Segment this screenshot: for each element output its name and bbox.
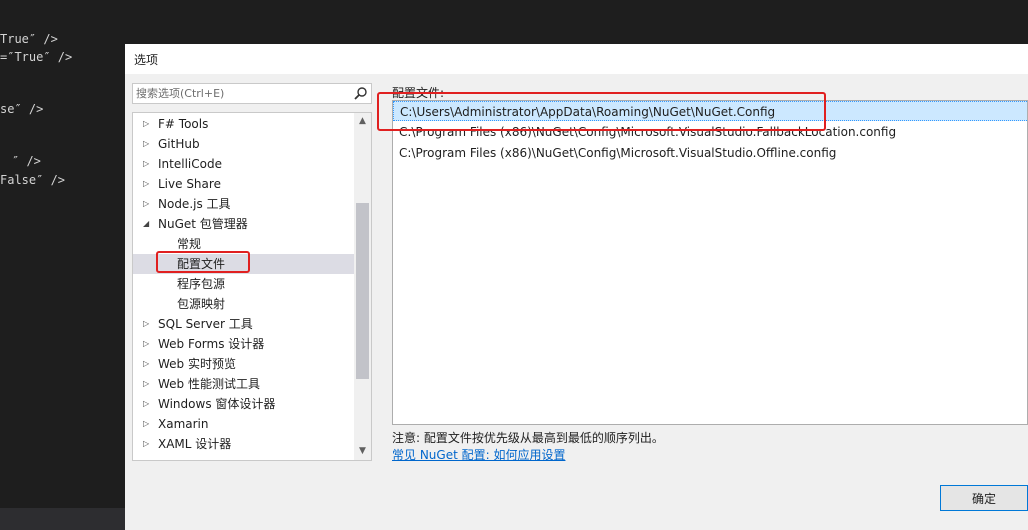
tree-item-web-forms-designer[interactable]: ▷ Web Forms 设计器 bbox=[133, 334, 355, 354]
priority-note: 注意: 配置文件按优先级从最高到最低的顺序列出。 bbox=[392, 431, 664, 445]
expand-arrow-icon[interactable]: ▷ bbox=[143, 154, 151, 174]
tree-item-label: Web 性能测试工具 bbox=[158, 377, 260, 391]
search-box[interactable] bbox=[132, 83, 372, 104]
search-input[interactable] bbox=[136, 86, 346, 101]
tree-item-github[interactable]: ▷ GitHub bbox=[133, 134, 355, 154]
code-line: ″ /> bbox=[12, 154, 41, 168]
dialog-titlebar: 选项 bbox=[125, 44, 1028, 74]
tree-item-nuget-config-files[interactable]: 配置文件 bbox=[133, 254, 355, 274]
scrollbar-thumb[interactable] bbox=[356, 203, 369, 379]
tree-item-label: Windows 窗体设计器 bbox=[158, 397, 276, 411]
tree-item-web-performance-test-tools[interactable]: ▷ Web 性能测试工具 bbox=[133, 374, 355, 394]
ok-button[interactable]: 确定 bbox=[940, 485, 1028, 511]
expand-arrow-icon[interactable]: ▷ bbox=[143, 314, 151, 334]
expand-arrow-icon[interactable]: ▷ bbox=[143, 414, 151, 434]
tree-item-label: XAML 设计器 bbox=[158, 437, 232, 451]
tree-item-xaml-designer[interactable]: ▷ XAML 设计器 bbox=[133, 434, 355, 454]
tree-item-label: 配置文件 bbox=[177, 257, 226, 271]
tree-item-sql-server-tools[interactable]: ▷ SQL Server 工具 bbox=[133, 314, 355, 334]
tree-item-nuget-general[interactable]: 常规 bbox=[133, 234, 355, 254]
tree-item-nuget-package-sources[interactable]: 程序包源 bbox=[133, 274, 355, 294]
search-icon[interactable] bbox=[353, 86, 368, 101]
tree-item-label: Node.js 工具 bbox=[158, 197, 231, 211]
scroll-up-icon[interactable]: ▲ bbox=[354, 113, 371, 130]
code-line: False″ /> bbox=[0, 173, 66, 187]
tree-item-label: F# Tools bbox=[158, 117, 209, 131]
tree-item-windows-forms-designer[interactable]: ▷ Windows 窗体设计器 bbox=[133, 394, 355, 414]
tree-item-label: 程序包源 bbox=[177, 277, 226, 291]
config-file-list: C:\Users\Administrator\AppData\Roaming\N… bbox=[392, 100, 1028, 425]
tree-item-nuget-package-manager[interactable]: ◢ NuGet 包管理器 bbox=[133, 214, 355, 234]
expand-arrow-icon[interactable]: ▷ bbox=[143, 134, 151, 154]
tree-item-nuget-source-mapping[interactable]: 包源映射 bbox=[133, 294, 355, 314]
dialog-title: 选项 bbox=[134, 53, 159, 67]
config-file-row[interactable]: C:\Users\Administrator\AppData\Roaming\N… bbox=[393, 101, 1027, 121]
options-dialog: 选项 ▷ F# Tools ▷ GitHub ▷ IntelliCode ▷ L… bbox=[125, 44, 1028, 530]
tree-scrollbar[interactable]: ▲ ▼ bbox=[354, 113, 371, 460]
scroll-down-icon[interactable]: ▼ bbox=[354, 443, 371, 460]
expand-arrow-icon[interactable]: ▷ bbox=[143, 334, 151, 354]
config-file-row[interactable]: C:\Program Files (x86)\NuGet\Config\Micr… bbox=[393, 143, 1027, 163]
tree-item-label: Xamarin bbox=[158, 417, 209, 431]
tree-item-intellicode[interactable]: ▷ IntelliCode bbox=[133, 154, 355, 174]
config-files-label: 配置文件: bbox=[392, 86, 445, 100]
tree-item-label: GitHub bbox=[158, 137, 200, 151]
tree-item-label: IntelliCode bbox=[158, 157, 222, 171]
expand-arrow-icon[interactable]: ▷ bbox=[143, 174, 151, 194]
expand-arrow-icon[interactable]: ▷ bbox=[143, 374, 151, 394]
tree-item-label: 包源映射 bbox=[177, 297, 226, 311]
tree-item-fsharp-tools[interactable]: ▷ F# Tools bbox=[133, 114, 355, 134]
tree-item-live-share[interactable]: ▷ Live Share bbox=[133, 174, 355, 194]
code-line: =″True″ /> bbox=[0, 50, 73, 64]
tree-item-xamarin[interactable]: ▷ Xamarin bbox=[133, 414, 355, 434]
nuget-config-help-link[interactable]: 常见 NuGet 配置: 如何应用设置 bbox=[392, 446, 565, 463]
expand-arrow-icon[interactable]: ▷ bbox=[143, 394, 151, 414]
tree-item-label: 常规 bbox=[177, 237, 202, 251]
code-line: se″ /> bbox=[0, 102, 44, 116]
expand-arrow-icon[interactable]: ▷ bbox=[143, 434, 151, 454]
options-tree: ▷ F# Tools ▷ GitHub ▷ IntelliCode ▷ Live… bbox=[132, 112, 372, 461]
tree-item-label: NuGet 包管理器 bbox=[158, 217, 248, 231]
expand-arrow-icon[interactable]: ▷ bbox=[143, 114, 151, 134]
tree-item-web-live-preview[interactable]: ▷ Web 实时预览 bbox=[133, 354, 355, 374]
expand-arrow-icon[interactable]: ▷ bbox=[143, 354, 151, 374]
tree-item-nodejs-tools[interactable]: ▷ Node.js 工具 bbox=[133, 194, 355, 214]
config-file-row[interactable]: C:\Program Files (x86)\NuGet\Config\Micr… bbox=[393, 122, 1027, 142]
code-editor-background: True″ /> =″True″ /> se″ /> ″ /> False″ /… bbox=[0, 0, 125, 530]
collapse-arrow-icon[interactable]: ◢ bbox=[143, 214, 151, 234]
tree-item-label: Web 实时预览 bbox=[158, 357, 236, 371]
tree-item-label: SQL Server 工具 bbox=[158, 317, 253, 331]
tree-item-label: Live Share bbox=[158, 177, 221, 191]
expand-arrow-icon[interactable]: ▷ bbox=[143, 194, 151, 214]
code-line: True″ /> bbox=[0, 32, 58, 46]
editor-status-strip bbox=[0, 508, 125, 530]
tree-item-label: Web Forms 设计器 bbox=[158, 337, 265, 351]
